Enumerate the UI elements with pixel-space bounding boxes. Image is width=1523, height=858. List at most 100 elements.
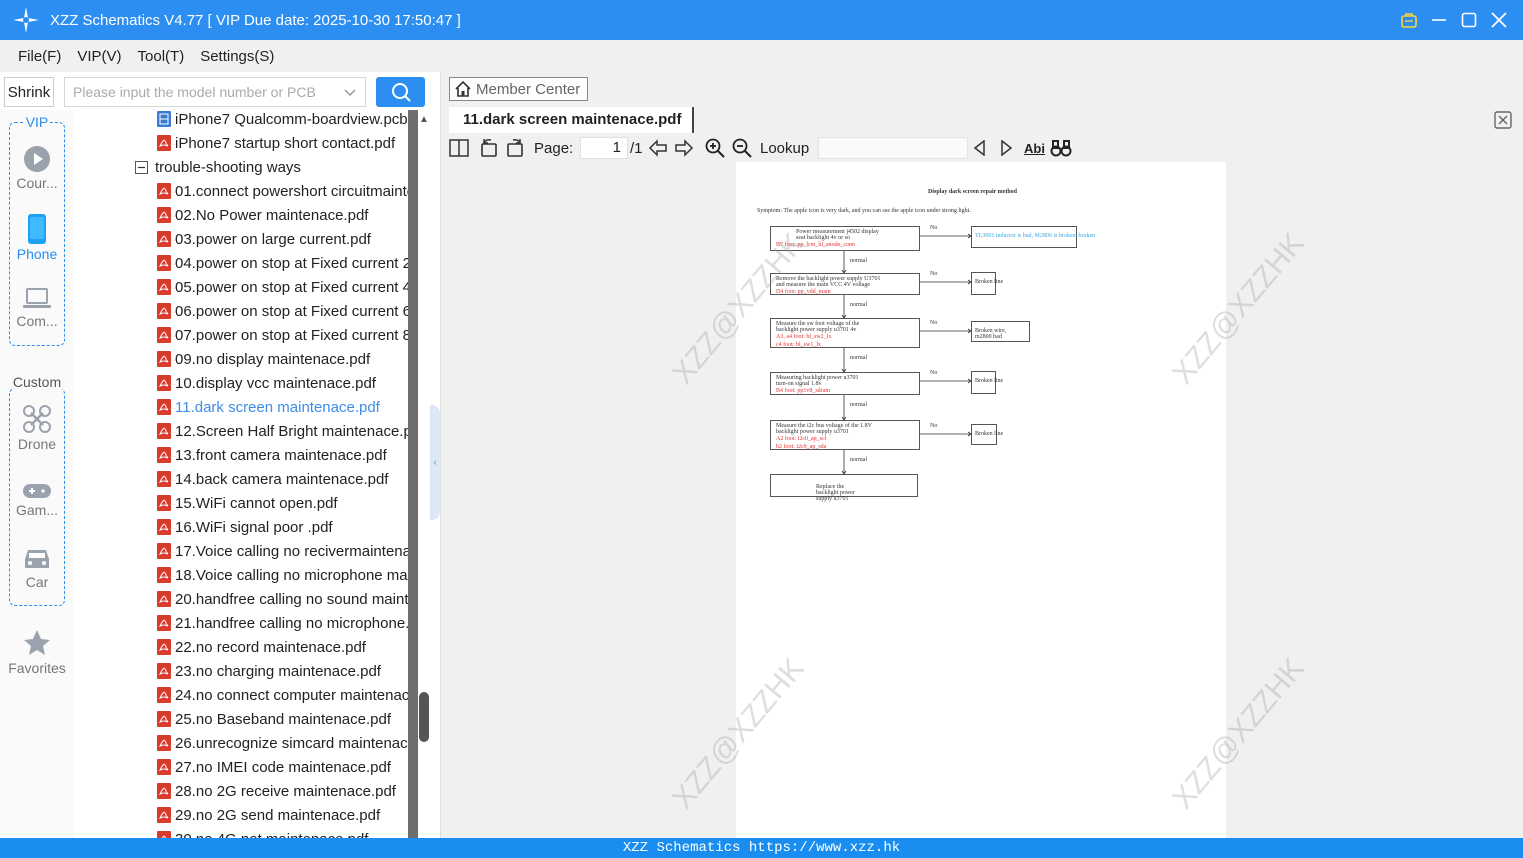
category-gaming[interactable]: Gam... bbox=[0, 482, 74, 518]
flow-no-label: No bbox=[930, 271, 938, 277]
next-page-icon[interactable] bbox=[674, 135, 694, 161]
tree-item-label: 10.display vcc maintenace.pdf bbox=[175, 374, 376, 392]
tree-file[interactable]: iPhone7 Qualcomm-boardview.pcb bbox=[74, 110, 408, 131]
flow-step-text: seat backlight 4v or so bbox=[796, 235, 850, 241]
tree-file[interactable]: 09.no display maintenace.pdf bbox=[74, 347, 370, 371]
menu-settings[interactable]: Settings(S) bbox=[200, 48, 274, 65]
tree-file[interactable]: 04.power on stop at Fixed current 2 bbox=[74, 251, 408, 275]
tree-file[interactable]: 07.power on stop at Fixed current 8 bbox=[74, 323, 408, 347]
category-car[interactable]: Car bbox=[0, 546, 74, 590]
find-prev-icon[interactable] bbox=[973, 135, 987, 161]
find-next-icon[interactable] bbox=[999, 135, 1013, 161]
tree-file[interactable]: 05.power on stop at Fixed current 4 bbox=[74, 275, 408, 299]
menu-tool[interactable]: Tool(T) bbox=[138, 48, 185, 65]
pdf-file-icon bbox=[157, 567, 171, 583]
tree-file[interactable]: 25.no Baseband maintenace.pdf bbox=[74, 707, 391, 731]
pdf-file-icon bbox=[157, 375, 171, 391]
tree-file[interactable]: 30.no 4G net maintenace.pdf bbox=[74, 827, 368, 838]
zoom-out-icon[interactable] bbox=[732, 135, 752, 161]
menu-bar: File(F) VIP(V) Tool(T) Settings(S) bbox=[0, 40, 1523, 72]
tree-folder[interactable]: trouble-shooting ways bbox=[74, 155, 301, 179]
lookup-label: Lookup bbox=[760, 139, 810, 157]
menu-vip[interactable]: VIP(V) bbox=[77, 48, 121, 65]
tree-file[interactable]: 10.display vcc maintenace.pdf bbox=[74, 371, 376, 395]
tree-file[interactable]: 13.front camera maintenace.pdf bbox=[74, 443, 387, 467]
category-drone[interactable]: Drone bbox=[0, 404, 74, 452]
tree-file[interactable]: 01.connect powershort circuitmaintenace.… bbox=[74, 179, 408, 203]
collapse-folder-icon[interactable] bbox=[135, 160, 148, 174]
tree-file[interactable]: 18.Voice calling no microphone maintenac… bbox=[74, 563, 408, 587]
scroll-up-icon[interactable]: ▲ bbox=[419, 114, 429, 125]
tree-item-label: 04.power on stop at Fixed current 2 bbox=[175, 254, 408, 272]
tree-item-label: 02.No Power maintenace.pdf bbox=[175, 206, 369, 224]
tree-file[interactable]: 23.no charging maintenace.pdf bbox=[74, 659, 381, 683]
maximize-button[interactable] bbox=[1459, 8, 1479, 32]
category-rail: VIP Cour... Phone Com... Custom Drone Ga… bbox=[0, 110, 74, 838]
shrink-button[interactable]: Shrink bbox=[4, 77, 54, 107]
minimize-button[interactable] bbox=[1429, 8, 1449, 32]
tree-file[interactable]: 06.power on stop at Fixed current 6 bbox=[74, 299, 408, 323]
rotate-left-icon[interactable] bbox=[479, 135, 499, 161]
page-total: /1 bbox=[630, 139, 643, 157]
flow-no-label: No bbox=[930, 370, 938, 376]
tree-item-label: 18.Voice calling no microphone maintenac… bbox=[175, 566, 408, 584]
flow-normal-label: normal bbox=[850, 355, 867, 361]
tree-file[interactable]: 24.no connect computer maintenace.pdf bbox=[74, 683, 408, 707]
tree-file[interactable]: 14.back camera maintenace.pdf bbox=[74, 467, 388, 491]
chevron-down-icon[interactable] bbox=[343, 85, 357, 99]
prev-page-icon[interactable] bbox=[648, 135, 668, 161]
member-center-button[interactable]: Member Center bbox=[449, 77, 588, 101]
tree-file[interactable]: 12.Screen Half Bright maintenace.pdf bbox=[74, 419, 408, 443]
tree-file[interactable]: 26.unrecognize simcard maintenace.pdf bbox=[74, 731, 408, 755]
pdf-file-icon bbox=[157, 207, 171, 223]
category-courses[interactable]: Cour... bbox=[0, 145, 74, 191]
pdf-file-icon bbox=[157, 399, 171, 415]
tree-file[interactable]: 21.handfree calling no microphone.pdf bbox=[74, 611, 408, 635]
tree-file[interactable]: 20.handfree calling no sound maintenace.… bbox=[74, 587, 408, 611]
match-case-button[interactable]: Abi bbox=[1024, 135, 1045, 161]
tree-file[interactable]: 27.no IMEI code maintenace.pdf bbox=[74, 755, 391, 779]
tree-file[interactable]: 03.power on large current.pdf bbox=[74, 227, 371, 251]
document-tab[interactable]: 11.dark screen maintenace.pdf bbox=[449, 107, 694, 133]
close-document-icon[interactable] bbox=[1494, 111, 1512, 134]
tree-item-label: trouble-shooting ways bbox=[155, 158, 301, 176]
tree-file[interactable]: 29.no 2G send maintenace.pdf bbox=[74, 803, 380, 827]
pdf-file-icon bbox=[157, 759, 171, 775]
category-computer[interactable]: Com... bbox=[0, 287, 74, 329]
file-tree: iPhone7 Qualcomm-boardview.pcb iPhone7 st… bbox=[74, 110, 408, 838]
search-button[interactable] bbox=[376, 77, 425, 107]
category-phone[interactable]: Phone bbox=[0, 214, 74, 262]
panel-collapse-handle[interactable]: ‹ bbox=[430, 405, 440, 520]
tree-item-label: 13.front camera maintenace.pdf bbox=[175, 446, 387, 464]
flow-normal-label: normal bbox=[850, 258, 867, 264]
tree-scrollbar-thumb[interactable] bbox=[419, 692, 429, 742]
vip-bag-icon[interactable] bbox=[1399, 8, 1419, 32]
lookup-input[interactable] bbox=[818, 137, 968, 159]
binoculars-icon[interactable] bbox=[1050, 135, 1072, 161]
pdf-file-icon bbox=[157, 351, 171, 367]
tree-file[interactable]: 22.no record maintenace.pdf bbox=[74, 635, 366, 659]
page-number-input[interactable]: 1 bbox=[580, 137, 628, 159]
tree-item-label: 14.back camera maintenace.pdf bbox=[175, 470, 389, 488]
tree-file[interactable]: iPhone7 startup short contact.pdf bbox=[74, 131, 395, 155]
flow-normal-label: normal bbox=[850, 402, 867, 408]
tree-file[interactable]: 15.WiFi cannot open.pdf bbox=[74, 491, 338, 515]
pdf-viewer[interactable]: Display dark screen repair method Symptom… bbox=[441, 162, 1523, 838]
tree-file[interactable]: 16.WiFi signal poor .pdf bbox=[74, 515, 333, 539]
zoom-in-icon[interactable] bbox=[705, 135, 725, 161]
two-page-view-icon[interactable] bbox=[449, 135, 469, 161]
flowchart-connectors bbox=[841, 233, 972, 475]
tree-scrollbar[interactable]: ▲ bbox=[408, 110, 430, 838]
tree-item-label: 20.handfree calling no sound maintenace.… bbox=[175, 590, 408, 608]
tree-file[interactable]: 28.no 2G receive maintenace.pdf bbox=[74, 779, 396, 803]
close-button[interactable] bbox=[1489, 8, 1509, 32]
tree-file[interactable]: 17.Voice calling no recivermaintenace.pd… bbox=[74, 539, 408, 563]
tree-file[interactable]: 02.No Power maintenace.pdf bbox=[74, 203, 368, 227]
tree-file[interactable]: 11.dark screen maintenace.pdf bbox=[74, 395, 380, 419]
model-search-input[interactable]: Please input the model number or PCB bbox=[64, 77, 366, 107]
star-icon bbox=[24, 630, 50, 655]
rotate-right-icon[interactable] bbox=[505, 135, 525, 161]
favorites-button[interactable]: Favorites bbox=[0, 628, 74, 676]
menu-file[interactable]: File(F) bbox=[18, 48, 61, 65]
pdf-file-icon bbox=[157, 519, 171, 535]
